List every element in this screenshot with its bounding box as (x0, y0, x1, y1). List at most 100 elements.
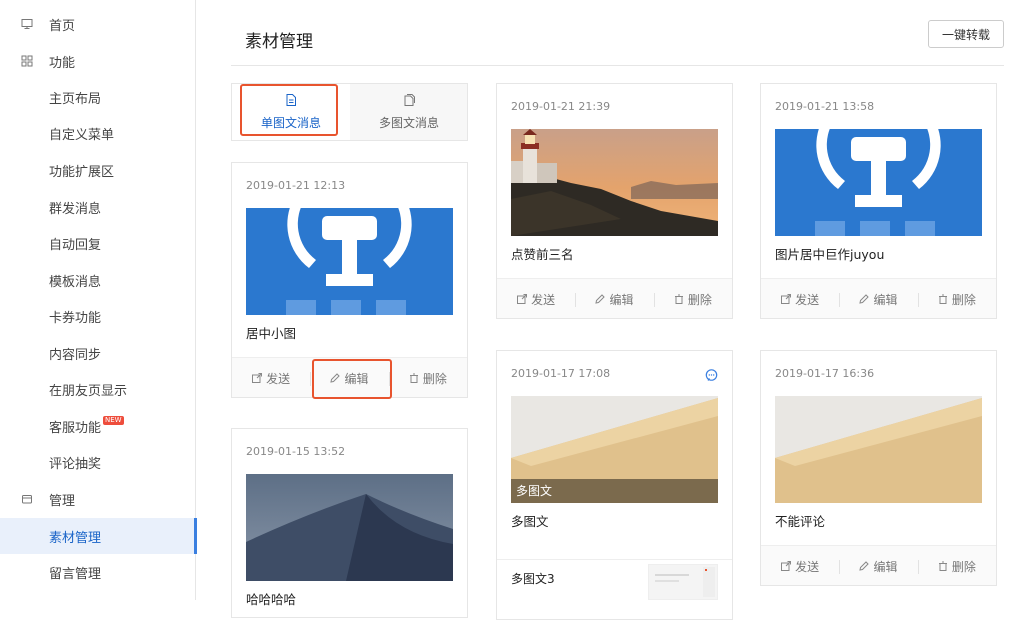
sidebar-group-label: 管理 (49, 493, 76, 509)
dusk-dune-image (246, 474, 453, 581)
delete-button[interactable]: 删除 (388, 370, 467, 387)
main-content: 素材管理 一键转载 单图文消息 多图文消息 2019-01-21 12:13 居… (196, 0, 1024, 620)
new-badge: NEW (103, 415, 124, 425)
sidebar-item-label: 群发消息 (49, 201, 102, 217)
card-title: 哈哈哈哈 (246, 592, 297, 607)
tab-single-article[interactable]: 单图文消息 (232, 84, 350, 140)
sidebar-group-label: 功能 (49, 55, 76, 71)
card-title: 图片居中巨作juyou (775, 247, 885, 262)
sidebar-item-label: 功能扩展区 (49, 164, 115, 180)
edit-button[interactable]: 编辑 (839, 291, 917, 308)
sidebar-item-label: 模板消息 (49, 274, 102, 290)
article-card[interactable]: 2019-01-21 21:39 点赞前三名 发送 编辑 删除 (496, 83, 733, 319)
card-title: 不能评论 (775, 514, 826, 529)
sidebar-group-label: 首页 (49, 18, 76, 34)
sidebar-item-content-sync[interactable]: 内容同步 (0, 335, 196, 371)
lighthouse-image (511, 129, 718, 236)
send-button[interactable]: 发送 (761, 558, 839, 575)
sidebar-item-extension[interactable]: 功能扩展区 (0, 152, 196, 188)
repost-button[interactable]: 一键转载 (928, 20, 1004, 48)
share-icon (781, 293, 792, 307)
sidebar-item-label: 客服功能 (49, 420, 102, 436)
sidebar-item-label: 自动回复 (49, 237, 102, 253)
railway-logo-image (775, 129, 982, 236)
sand-dune-image: 多图文 (511, 396, 718, 503)
sidebar-item-custom-menu[interactable]: 自定义菜单 (0, 115, 196, 151)
monitor-icon (20, 17, 34, 31)
grid-icon (20, 54, 34, 68)
tab-label: 多图文消息 (378, 115, 439, 130)
sidebar-item-label: 评论抽奖 (49, 456, 102, 472)
sidebar-item-customer-service[interactable]: 客服功能 NEW (0, 408, 196, 444)
card-date: 2019-01-21 12:13 (246, 179, 346, 192)
message-type-tabs: 单图文消息 多图文消息 (231, 83, 468, 141)
card-date: 2019-01-21 21:39 (511, 100, 611, 113)
documents-icon (404, 93, 415, 109)
card-title: 多图文 (511, 514, 549, 529)
sidebar-item-label: 卡券功能 (49, 310, 102, 326)
pencil-icon (330, 372, 341, 386)
sidebar-item-auto-reply[interactable]: 自动回复 (0, 225, 196, 261)
sidebar-item-label: 留言管理 (49, 566, 102, 582)
sand-dune-image (775, 396, 982, 503)
trash-icon (674, 293, 684, 307)
sidebar-item-coupons[interactable]: 卡券功能 (0, 298, 196, 334)
sidebar-item-mass-message[interactable]: 群发消息 (0, 189, 196, 225)
share-icon (252, 372, 263, 386)
article-card[interactable]: 2019-01-17 16:36 不能评论 发送 编辑 删除 (760, 350, 997, 586)
sub-article-title: 多图文3 (511, 572, 555, 586)
send-button[interactable]: 发送 (497, 291, 575, 308)
document-icon (286, 93, 296, 109)
sidebar-item-friend-page[interactable]: 在朋友页显示 (0, 371, 196, 407)
folder-icon (20, 492, 34, 506)
delete-button[interactable]: 删除 (653, 291, 732, 308)
article-card[interactable]: 2019-01-21 13:58 图片居中巨作juyou 发送 编辑 删除 (760, 83, 997, 319)
card-date: 2019-01-21 13:58 (775, 100, 875, 113)
share-icon (781, 560, 792, 574)
comment-icon[interactable] (705, 367, 718, 386)
send-button[interactable]: 发送 (761, 291, 839, 308)
sub-article-row[interactable]: 多图文3 (497, 559, 732, 601)
card-actions: 发送 编辑 删除 (497, 278, 732, 318)
sidebar-group-home[interactable]: 首页 (0, 6, 196, 42)
title-divider (231, 65, 1004, 66)
sidebar-item-messages[interactable]: 留言管理 (0, 554, 196, 590)
article-card[interactable]: 2019-01-15 13:52 哈哈哈哈 (231, 428, 468, 618)
delete-button[interactable]: 删除 (917, 291, 996, 308)
multi-article-card[interactable]: 2019-01-17 17:08 多图文 多图文 多图文3 (496, 350, 733, 620)
sidebar-group-manage[interactable]: 管理 (0, 481, 196, 517)
multi-article-label: 多图文 (511, 479, 718, 503)
edit-button[interactable]: 编辑 (310, 370, 388, 387)
delete-button[interactable]: 删除 (917, 558, 996, 575)
card-date: 2019-01-17 16:36 (775, 367, 875, 380)
sidebar-group-features[interactable]: 功能 (0, 43, 196, 79)
card-date: 2019-01-15 13:52 (246, 445, 346, 458)
edit-button[interactable]: 编辑 (839, 558, 917, 575)
trash-icon (938, 560, 948, 574)
sidebar-item-home-layout[interactable]: 主页布局 (0, 79, 196, 115)
sub-article-thumbnail (648, 564, 718, 600)
page-title: 素材管理 (245, 32, 313, 52)
card-actions: 发送 编辑 删除 (232, 357, 467, 397)
send-button[interactable]: 发送 (232, 370, 310, 387)
sidebar-item-materials[interactable]: 素材管理 (0, 518, 197, 554)
card-actions: 发送 编辑 删除 (761, 278, 996, 318)
sidebar-item-label: 在朋友页显示 (49, 383, 128, 399)
card-title: 点赞前三名 (511, 247, 574, 262)
sidebar-item-label: 素材管理 (49, 530, 102, 546)
sidebar: 首页 功能 主页布局 自定义菜单 功能扩展区 群发消息 自动回复 模板消息 卡券… (0, 0, 197, 600)
tab-multi-article[interactable]: 多图文消息 (350, 84, 468, 140)
railway-logo-image (246, 208, 453, 315)
sidebar-item-label: 主页布局 (49, 91, 102, 107)
trash-icon (409, 372, 419, 386)
sidebar-item-label: 内容同步 (49, 347, 102, 363)
edit-button[interactable]: 编辑 (575, 291, 653, 308)
sidebar-item-comment-lottery[interactable]: 评论抽奖 (0, 444, 196, 480)
share-icon (517, 293, 528, 307)
card-actions: 发送 编辑 删除 (761, 545, 996, 585)
article-card[interactable]: 2019-01-21 12:13 居中小图 发送 编辑 删除 (231, 162, 468, 398)
trash-icon (938, 293, 948, 307)
sidebar-item-label: 自定义菜单 (49, 127, 115, 143)
sidebar-item-template-message[interactable]: 模板消息 (0, 262, 196, 298)
pencil-icon (859, 293, 870, 307)
